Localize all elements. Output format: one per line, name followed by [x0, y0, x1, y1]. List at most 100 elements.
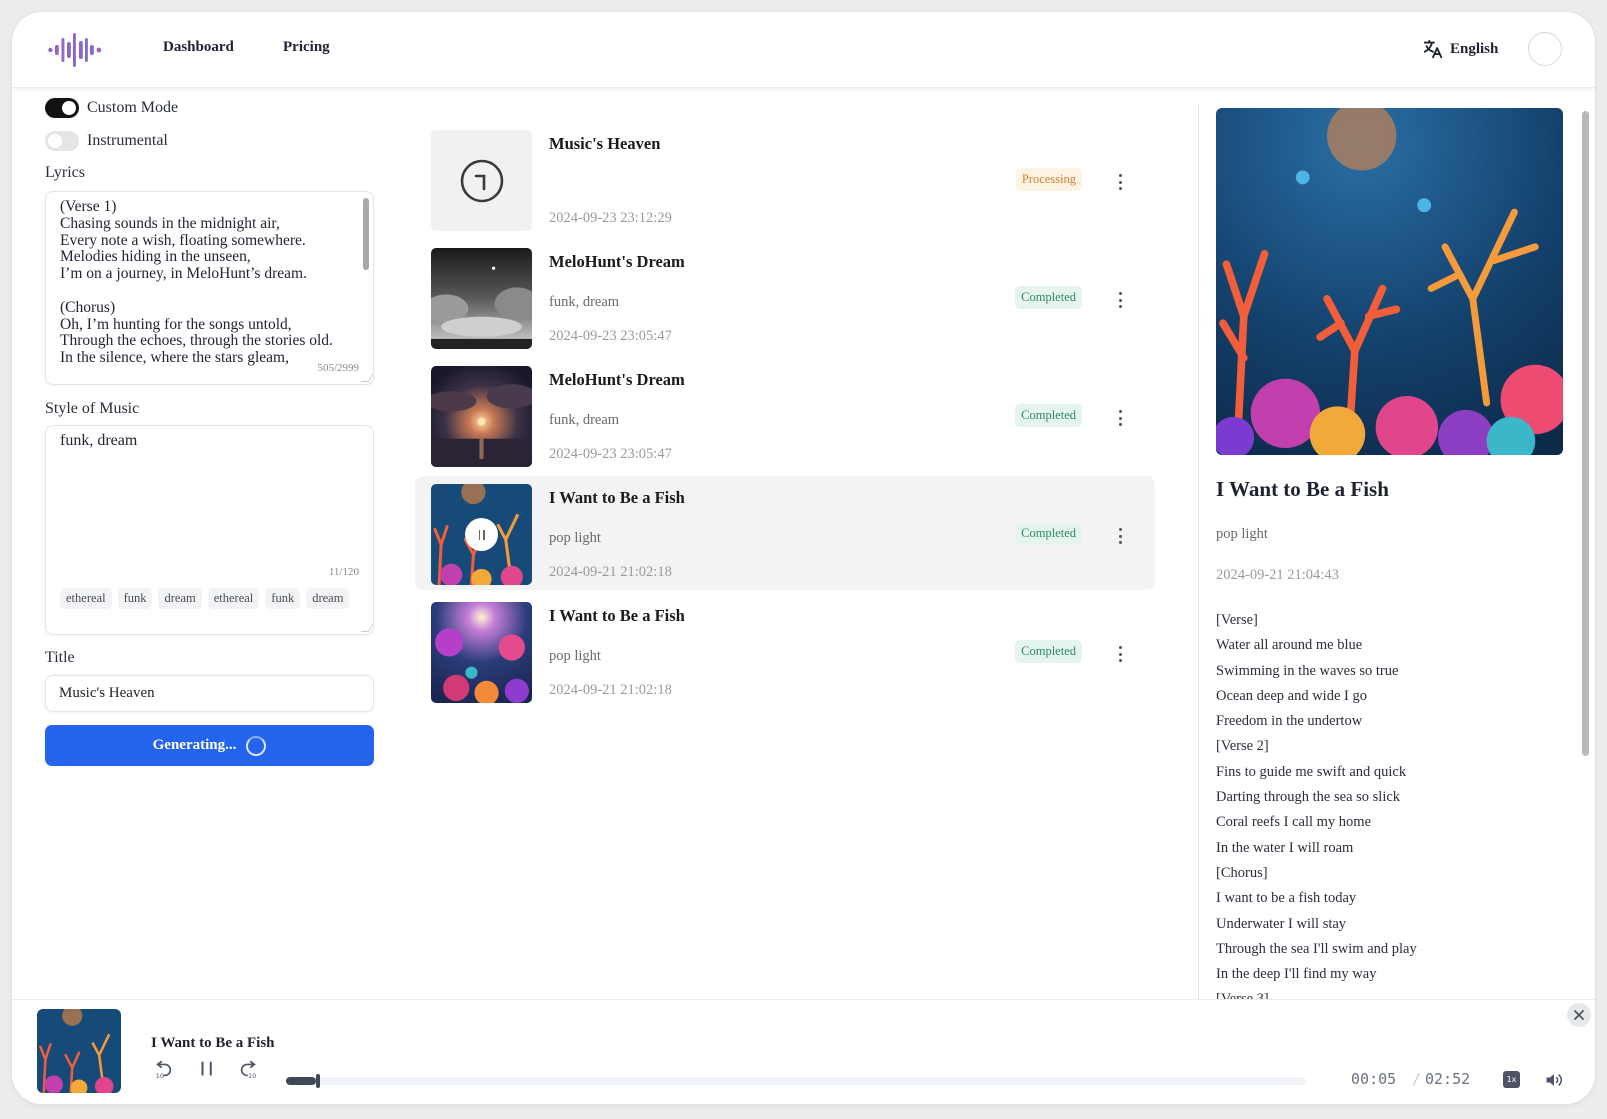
lyric-line: Freedom in the undertow — [1216, 713, 1363, 730]
player-track-title: I Want to Be a Fish — [151, 1035, 275, 1051]
title-label: Title — [45, 649, 75, 666]
app-window: Dashboard Pricing English Custom Mode In… — [12, 12, 1595, 1104]
resize-handle-icon[interactable] — [360, 624, 374, 632]
song-style: funk, dream — [549, 294, 620, 310]
song-cover-image[interactable] — [431, 602, 532, 703]
status-badge: Completed — [1015, 522, 1082, 545]
top-navbar: Dashboard Pricing English — [12, 12, 1595, 88]
detail-style: pop light — [1216, 526, 1268, 542]
detail-cover-image — [1216, 108, 1563, 455]
style-text[interactable]: funk, dream — [46, 426, 373, 456]
lyric-line: In the deep I'll find my way — [1216, 966, 1377, 983]
more-options-icon[interactable] — [1117, 174, 1123, 190]
progress-handle[interactable] — [316, 1074, 320, 1088]
style-chip[interactable]: dream — [158, 588, 202, 609]
lyric-line: Underwater I will stay — [1216, 915, 1347, 932]
title-input[interactable] — [45, 675, 374, 712]
song-title: MeloHunt's Dream — [549, 252, 685, 271]
song-cover-image[interactable] — [431, 130, 532, 231]
custom-mode-toggle[interactable] — [45, 98, 79, 118]
time-separator: / — [1412, 1070, 1422, 1088]
lyric-line: Fins to guide me swift and quick — [1216, 763, 1407, 780]
generate-button[interactable]: Generating... — [45, 725, 374, 766]
style-chip[interactable]: ethereal — [207, 588, 260, 609]
duration-time: 02:52 — [1425, 1070, 1471, 1088]
song-title: MeloHunt's Dream — [549, 370, 685, 389]
playback-speed-button[interactable]: 1x — [1503, 1071, 1520, 1088]
song-date: 2024-09-23 23:05:47 — [549, 328, 672, 344]
resize-handle-icon[interactable] — [360, 374, 373, 382]
volume-icon[interactable] — [1544, 1070, 1564, 1090]
close-icon — [1574, 1010, 1584, 1020]
song-row[interactable]: MeloHunt's Dream funk, dream 2024-09-23 23… — [415, 240, 1155, 354]
status-badge: Processing — [1015, 168, 1082, 191]
lyric-line: Water all around me blue — [1216, 637, 1363, 654]
song-cover-image[interactable] — [431, 484, 532, 585]
style-chip[interactable]: funk — [117, 588, 153, 609]
more-options-icon[interactable] — [1117, 528, 1123, 544]
song-date: 2024-09-21 21:02:18 — [549, 682, 672, 698]
lyrics-textarea[interactable]: (Verse 1) Chasing sounds in the midnight… — [45, 191, 374, 385]
song-title: I Want to Be a Fish — [549, 488, 685, 507]
lyric-line: In the water I will roam — [1216, 839, 1354, 856]
song-row[interactable]: MeloHunt's Dream funk, dream 2024-09-23 23… — [415, 358, 1155, 472]
language-label: English — [1450, 40, 1499, 57]
current-time: 00:05 — [1351, 1070, 1397, 1088]
rewind-10-icon[interactable]: 10 — [153, 1058, 175, 1080]
progress-slider[interactable] — [286, 1074, 1306, 1088]
lyric-line: Swimming in the waves so true — [1216, 662, 1399, 679]
lyrics-scrollbar[interactable] — [363, 198, 369, 270]
song-title: I Want to Be a Fish — [549, 606, 685, 625]
svg-text:10: 10 — [156, 1072, 164, 1080]
detail-title: I Want to Be a Fish — [1216, 477, 1389, 501]
style-suggestions: ethereal funk dream ethereal funk dream — [60, 588, 350, 609]
forward-10-icon[interactable]: 10 — [237, 1058, 259, 1080]
lyrics-label: Lyrics — [45, 164, 85, 181]
detail-date: 2024-09-21 21:04:43 — [1216, 567, 1339, 583]
song-date: 2024-09-23 23:12:29 — [549, 210, 672, 226]
lyric-line: Ocean deep and wide I go — [1216, 687, 1367, 704]
style-chip[interactable]: funk — [265, 588, 301, 609]
style-label: Style of Music — [45, 400, 140, 417]
close-player-button[interactable] — [1567, 1003, 1591, 1027]
lyric-line: Coral reefs I call my home — [1216, 814, 1372, 831]
song-cover-image[interactable] — [431, 366, 532, 467]
detail-lyrics: [Verse] Water all around me blue Swimming … — [1216, 608, 1556, 1008]
nav-pricing[interactable]: Pricing — [283, 39, 330, 56]
song-cover-image[interactable] — [431, 248, 532, 349]
song-row[interactable]: Music's Heaven 2024-09-23 23:12:29 Process… — [415, 122, 1155, 236]
player-cover-image — [37, 1009, 121, 1093]
lyric-line: [Verse] — [1216, 612, 1258, 628]
more-options-icon[interactable] — [1117, 410, 1123, 426]
custom-mode-label: Custom Mode — [87, 99, 179, 116]
lyric-line: [Chorus] — [1216, 864, 1268, 881]
song-date: 2024-09-21 21:02:18 — [549, 564, 672, 580]
progress-fill — [286, 1077, 316, 1085]
nav-dashboard[interactable]: Dashboard — [163, 39, 234, 56]
style-chip[interactable]: dream — [306, 588, 350, 609]
detail-scrollbar[interactable] — [1582, 111, 1589, 756]
logo-waveform-icon[interactable] — [48, 32, 110, 68]
song-row[interactable]: I Want to Be a Fish pop light 2024-09-21 2… — [415, 594, 1155, 708]
lyrics-char-counter: 505/2999 — [317, 362, 359, 374]
song-date: 2024-09-23 23:05:47 — [549, 446, 672, 462]
pause-icon[interactable] — [465, 518, 498, 551]
language-selector[interactable]: English — [1422, 38, 1498, 60]
pause-icon[interactable] — [196, 1058, 218, 1080]
panel-divider — [1198, 104, 1199, 1009]
user-avatar[interactable] — [1528, 32, 1562, 66]
status-badge: Completed — [1015, 404, 1082, 427]
style-textarea[interactable]: funk, dream 11/120 ethereal funk dream e… — [45, 425, 374, 635]
lyric-line: Darting through the sea so slick — [1216, 789, 1401, 806]
more-options-icon[interactable] — [1117, 292, 1123, 308]
coral-reef-artwork — [37, 1009, 121, 1093]
lyrics-text[interactable]: (Verse 1) Chasing sounds in the midnight… — [46, 192, 356, 374]
song-style: pop light — [549, 648, 601, 664]
lyric-line: Through the sea I'll swim and play — [1216, 940, 1417, 957]
lyric-line: I want to be a fish today — [1216, 890, 1357, 907]
instrumental-toggle[interactable] — [45, 131, 79, 151]
style-chip[interactable]: ethereal — [60, 588, 112, 609]
lyric-line: [Verse 2] — [1216, 738, 1269, 755]
song-row[interactable]: I Want to Be a Fish pop light 2024-09-21 2… — [415, 476, 1155, 590]
more-options-icon[interactable] — [1117, 646, 1123, 662]
